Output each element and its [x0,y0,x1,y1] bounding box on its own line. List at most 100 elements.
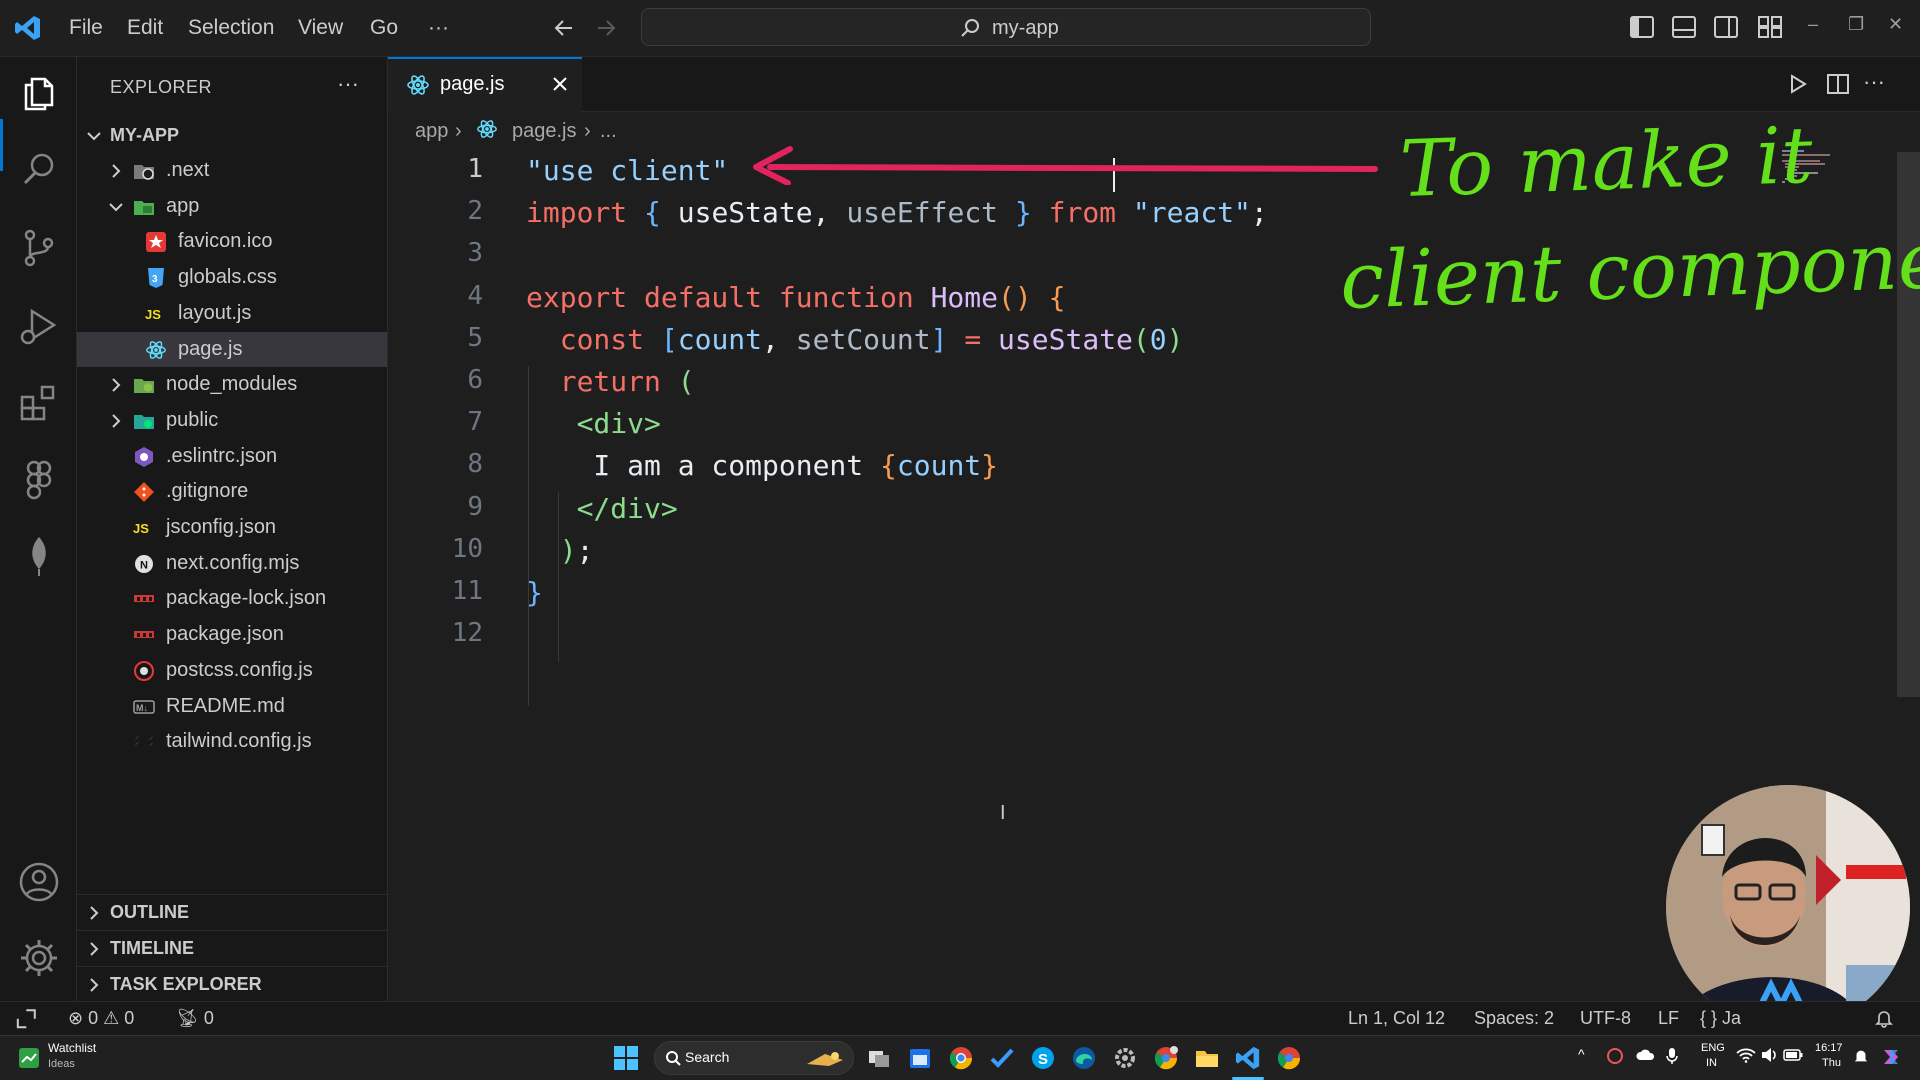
chrome-icon[interactable] [948,1045,974,1071]
tree-file[interactable]: .eslintrc.json [77,439,387,474]
git-graph-icon[interactable] [18,459,60,501]
split-editor-icon[interactable] [1827,73,1849,100]
tab-page-js[interactable]: page.js [388,57,582,112]
breadcrumb-folder[interactable]: app [415,120,448,143]
windows-start-icon[interactable] [614,1046,638,1075]
taskbar-search[interactable]: Search [654,1041,854,1075]
bell-icon[interactable] [1874,1008,1894,1033]
workspace-root[interactable]: MY-APP [77,119,388,153]
ports-indicator[interactable]: 📡︎ 0 [176,1008,214,1029]
extensions-icon[interactable] [18,383,60,425]
menu-more[interactable]: ··· [428,16,449,40]
explorer-icon[interactable] [18,73,60,115]
arrow-left-icon[interactable] [552,16,576,40]
notification-bell-icon[interactable] [1852,1047,1870,1070]
clock-time[interactable]: 16:17 [1815,1042,1843,1054]
volume-icon[interactable] [1760,1047,1778,1068]
indentation-setting[interactable]: Spaces: 2 [1474,1008,1554,1029]
tree-folder[interactable]: .next [77,153,387,188]
tree-folder[interactable]: node_modules [77,367,387,402]
code-token: useEffect [846,196,999,230]
vscode-icon[interactable] [1235,1045,1261,1071]
errors-count: 0 [88,1008,99,1028]
problems-errors[interactable]: ⊗ 0 ⚠ 0 [68,1008,134,1029]
tree-file[interactable]: M↓ README.md [77,689,387,724]
security-icon[interactable] [1606,1047,1624,1070]
encoding-setting[interactable]: UTF-8 [1580,1008,1631,1029]
search-icon[interactable] [18,149,60,191]
tree-file[interactable]: postcss.config.js [77,653,387,688]
tree-file[interactable]: package.json [77,617,387,652]
menu-view[interactable]: View [298,16,343,40]
settings-icon[interactable] [1112,1045,1138,1071]
skype-icon[interactable]: S [1030,1045,1056,1071]
toggle-panel-icon[interactable] [1672,16,1696,43]
code-token: { [1048,280,1066,314]
chevron-up-icon[interactable]: ^ [1578,1046,1585,1062]
code-text: I am a component {count} [526,449,998,482]
tree-file[interactable]: Nnext.config.mjs [77,546,387,581]
chrome-profile-icon[interactable] [1153,1045,1179,1071]
mongodb-leaf-icon[interactable] [18,535,60,577]
toggle-primary-sidebar-icon[interactable] [1630,16,1654,43]
tree-file[interactable]: page.js [77,331,387,367]
tree-folder[interactable]: app [77,189,387,224]
next-file-icon: N [133,553,155,575]
tree-file[interactable]: package-lock.json [77,581,387,616]
cursor-position[interactable]: Ln 1, Col 12 [1348,1008,1445,1029]
tree-file[interactable]: JS jsconfig.json [77,510,387,545]
microphone-icon[interactable] [1666,1047,1678,1070]
customize-layout-icon[interactable] [1758,16,1782,43]
timeline-section[interactable]: TIMELINE [77,930,387,966]
menu-selection[interactable]: Selection [188,16,274,40]
breadcrumb-file[interactable]: page.js [512,120,577,143]
copilot-icon[interactable] [1880,1046,1902,1073]
react-file-icon [406,73,430,102]
task-explorer-section[interactable]: TASK EXPLORER [77,966,387,1002]
tree-file[interactable]: JS layout.js [77,296,387,331]
menu-file[interactable]: File [69,16,103,40]
line-number: 5 [467,322,483,353]
eol-setting[interactable]: LF [1658,1008,1679,1029]
command-center-search[interactable]: my-app [641,8,1371,46]
code-token: { [644,196,678,230]
menu-edit[interactable]: Edit [127,16,163,40]
tree-folder[interactable]: public [77,403,387,438]
close-window-button[interactable]: ✕ [1888,14,1903,35]
source-control-icon[interactable] [18,227,60,269]
restore-button[interactable]: ❐ [1848,14,1864,35]
clock-day: Thu [1822,1057,1841,1069]
toggle-secondary-sidebar-icon[interactable] [1714,16,1738,43]
language-mode[interactable]: { } Ja [1700,1008,1741,1029]
tree-file[interactable]: 3 globals.css [77,260,387,295]
chrome-profile2-icon[interactable] [1276,1045,1302,1071]
run-file-icon[interactable] [1787,73,1809,100]
edge-icon[interactable] [1071,1045,1097,1071]
accounts-icon[interactable] [18,861,60,903]
outline-section[interactable]: OUTLINE [77,894,387,930]
close-icon[interactable] [548,72,572,101]
wifi-icon[interactable] [1736,1047,1756,1068]
js-file-icon: JS [133,517,155,539]
tree-file[interactable]: tailwind.config.js [77,724,387,759]
menu-go[interactable]: Go [370,16,398,40]
explorer-more-actions-button[interactable]: ··· [337,71,359,97]
breadcrumb-symbol[interactable]: ... [600,120,617,143]
settings-gear-icon[interactable] [18,937,60,979]
onedrive-icon[interactable] [1636,1048,1656,1067]
minimize-button[interactable]: – [1808,14,1818,35]
tree-file[interactable]: .gitignore [77,474,387,509]
explorer-title: EXPLORER [110,77,213,97]
editor-more-actions-button[interactable]: ··· [1863,69,1885,95]
arrow-right-icon[interactable] [594,16,618,40]
remote-indicator[interactable] [0,1002,54,1035]
input-language[interactable]: ENG [1701,1042,1725,1054]
tree-file[interactable]: favicon.ico [77,224,387,259]
calendar-icon[interactable] [907,1045,933,1071]
favicon-icon [145,231,167,253]
task-view-icon[interactable] [866,1045,892,1071]
run-debug-icon[interactable] [18,305,60,347]
battery-icon[interactable] [1783,1048,1803,1066]
file-explorer-icon[interactable] [1194,1045,1220,1071]
todo-icon[interactable] [989,1045,1015,1071]
